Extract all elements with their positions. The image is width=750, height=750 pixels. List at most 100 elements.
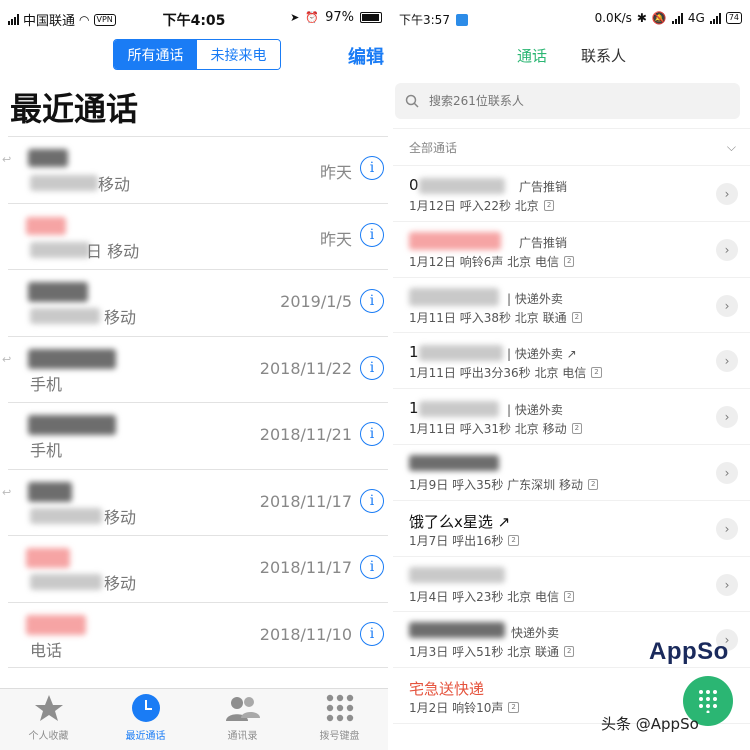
info-icon[interactable]: i [360, 355, 384, 380]
redacted-number [409, 622, 505, 639]
info-icon[interactable]: i [360, 289, 384, 313]
sim-icon: 2 [591, 367, 602, 379]
segment-missed-calls[interactable]: 未接来电 [197, 40, 280, 69]
call-filter-dropdown[interactable]: 全部通话 ⌵ [393, 128, 750, 166]
info-icon[interactable]: i [360, 555, 384, 579]
tab-label: 通讯录 [227, 731, 258, 742]
call-row[interactable]: 广告推销 1月12日 响铃6声 北京 电信 2 › [393, 222, 750, 278]
chevron-right-icon[interactable]: › [716, 350, 738, 373]
call-row-subtitle: 日 移动 [86, 241, 140, 261]
info-icon[interactable]: i [360, 222, 384, 247]
call-row[interactable]: 手机 2018/11/21 i [8, 402, 388, 469]
call-row[interactable]: ↩ 移动 2018/11/17 i [2, 468, 388, 536]
chevron-right-icon[interactable]: › [716, 461, 738, 484]
sim-icon: 2 [563, 255, 575, 267]
call-row[interactable]: 0 广告推销 1月12日 呼入22秒 北京 2 › [393, 166, 750, 222]
call-tag: | 快递外卖 ↗ [507, 347, 577, 362]
call-row-date: 2018/11/10 [259, 624, 352, 644]
call-row-date: 昨天 [319, 163, 352, 182]
call-name: 1 [409, 343, 419, 362]
redacted-name [28, 282, 88, 302]
call-row[interactable]: | 快递外卖 1月11日 呼入38秒 北京 联通 2 › [393, 278, 750, 334]
keypad-icon [326, 693, 354, 723]
dialpad-icon [699, 690, 717, 713]
segment-all-calls[interactable]: 所有通话 [114, 40, 197, 69]
calls-filter-segmented-control: 所有通话 未接来电 [113, 39, 281, 70]
callback-icon: ↩ [2, 352, 12, 366]
chevron-right-icon[interactable]: › [716, 406, 738, 429]
sim-icon: 2 [508, 702, 519, 714]
info-icon[interactable]: i [360, 621, 384, 646]
call-row[interactable]: 1 | 快递外卖 1月11日 呼入31秒 北京 移动 2 › [393, 389, 750, 445]
call-meta: 1月3日 呼入51秒 北京 联通 2 [409, 643, 575, 660]
status-time: 下午3:57 [399, 13, 450, 27]
tab-favorites[interactable]: 个人收藏 [0, 689, 97, 750]
call-row-subtitle: 手机 [30, 441, 63, 460]
tab-recents[interactable]: 最近通话 [97, 689, 194, 750]
call-row[interactable]: 日 移动 昨天 i [8, 202, 388, 270]
call-row-subtitle: 移动 [98, 175, 131, 194]
redacted-number [30, 241, 90, 258]
tab-contacts[interactable]: 联系人 [581, 45, 626, 66]
clock-icon [131, 693, 161, 723]
chevron-right-icon[interactable]: › [716, 573, 738, 596]
filter-label: 全部通话 [409, 140, 458, 155]
call-row-date: 昨天 [319, 229, 352, 249]
chevron-down-icon: ⌵ [726, 139, 736, 154]
ios-status-bar: 中国联通 ◠ VPN 下午4:05 ➤ ⏰ 97% [0, 0, 388, 36]
call-row-date: 2018/11/21 [259, 425, 352, 444]
network-type: 4G [687, 11, 705, 25]
call-row-subtitle: 手机 [30, 374, 63, 394]
tab-label: 拨号键盘 [319, 731, 360, 742]
call-meta: 1月9日 呼入35秒 广东深圳 移动 2 [409, 476, 599, 493]
call-row[interactable]: 1月9日 呼入35秒 广东深圳 移动 2 › [393, 445, 750, 501]
battery-icon [360, 12, 382, 23]
call-row[interactable]: ↩ 手机 2018/11/22 i [2, 335, 388, 403]
call-meta: 1月11日 呼出3分36秒 北京 电信 2 [409, 364, 602, 381]
call-row[interactable]: 移动 2019/1/5 i [8, 269, 388, 336]
network-speed: 0.0K/s [594, 11, 632, 25]
redacted-number [409, 287, 499, 306]
redacted-number [30, 574, 102, 590]
tab-keypad[interactable]: 拨号键盘 [291, 689, 388, 750]
star-icon [34, 693, 64, 723]
chevron-right-icon[interactable]: › [716, 294, 738, 317]
call-tag: 快递外卖 [511, 626, 560, 641]
info-icon[interactable]: i [360, 488, 384, 513]
redacted-number [419, 401, 499, 418]
location-icon: ➤ [290, 11, 300, 24]
redacted-name [26, 614, 86, 635]
call-row[interactable]: 移动 2018/11/17 i [8, 535, 388, 602]
call-row[interactable]: 1 | 快递外卖 ↗ 1月11日 呼出3分36秒 北京 电信 2 › [393, 333, 750, 390]
redacted-name [28, 149, 68, 167]
tab-calls[interactable]: 通话 [517, 45, 547, 66]
sim-icon: 2 [571, 423, 583, 435]
chevron-right-icon[interactable]: › [716, 183, 738, 205]
tab-label: 个人收藏 [28, 731, 69, 742]
edit-button[interactable]: 编辑 [348, 43, 384, 69]
redacted-name [26, 548, 70, 568]
redacted-name [26, 216, 66, 235]
chevron-right-icon[interactable]: › [716, 238, 738, 261]
redacted-number [409, 454, 499, 471]
ios-recents-screen: 中国联通 ◠ VPN 下午4:05 ➤ ⏰ 97% 所有通话 未接来电 编辑 最… [0, 0, 388, 750]
search-bar[interactable] [395, 83, 740, 119]
contacts-icon [225, 693, 261, 723]
tab-label: 最近通话 [125, 731, 166, 742]
info-icon[interactable]: i [360, 156, 384, 180]
call-tag: | 快递外卖 [507, 403, 563, 418]
call-name: 饿了么x星选 ↗ [409, 512, 511, 531]
call-row-subtitle: 电话 [30, 640, 63, 660]
search-input[interactable] [429, 94, 689, 108]
redacted-number [30, 507, 102, 524]
tab-contacts[interactable]: 通讯录 [194, 689, 291, 750]
signal-icon [671, 12, 683, 24]
call-row[interactable]: 1月4日 呼入23秒 北京 电信 2 › [393, 557, 750, 613]
call-row[interactable]: 饿了么x星选 ↗ 1月7日 呼出16秒 2 › [393, 501, 750, 557]
search-icon [405, 94, 419, 108]
call-row[interactable]: ↩ 移动 昨天 i [2, 136, 388, 203]
chevron-right-icon[interactable]: › [716, 517, 738, 540]
info-icon[interactable]: i [360, 422, 384, 446]
call-row[interactable]: 电话 2018/11/10 i [8, 601, 388, 668]
call-row-date: 2018/11/17 [259, 558, 352, 577]
